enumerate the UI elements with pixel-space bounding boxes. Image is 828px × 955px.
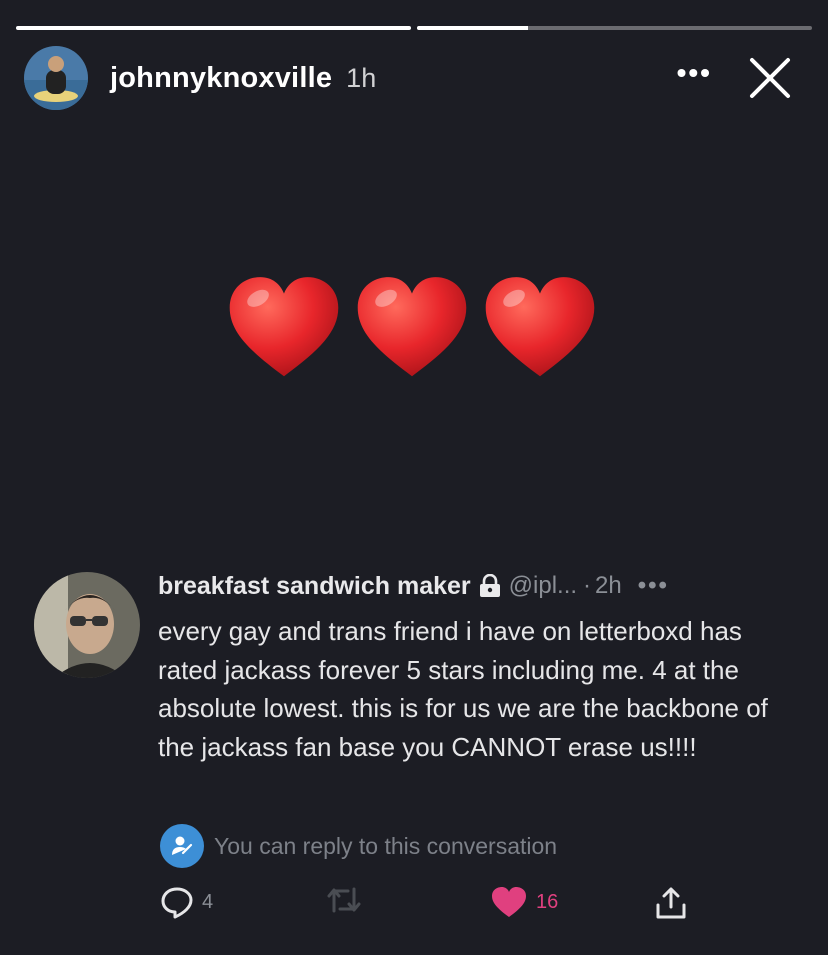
person-reply-icon	[160, 824, 204, 868]
heart-icon	[492, 887, 526, 917]
like-count: 16	[536, 890, 559, 913]
tweet-handle[interactable]: @ipl...	[509, 572, 577, 600]
tweet-display-name[interactable]: breakfast sandwich maker	[158, 572, 471, 601]
close-icon[interactable]	[748, 56, 792, 100]
reply-button[interactable]: 4	[160, 885, 213, 919]
share-icon	[656, 887, 686, 919]
lock-icon	[479, 574, 500, 597]
heart-emojis	[225, 270, 599, 388]
tweet-more-icon[interactable]: •••	[638, 572, 669, 600]
tweet-text: every gay and trans friend i have on let…	[158, 616, 768, 762]
like-button[interactable]: 16	[490, 885, 558, 919]
separator-dot: ·	[583, 572, 592, 599]
reply-count: 4	[202, 890, 214, 913]
heart-emoji-icon	[357, 277, 467, 377]
retweet-button[interactable]	[326, 885, 362, 915]
heart-emoji-icon	[485, 277, 595, 377]
reply-notice-text: You can reply to this conversation	[214, 832, 558, 859]
story-viewer: johnnyknoxville 1h ••• breakfast sandwic…	[0, 0, 828, 955]
username[interactable]: johnnyknoxville	[110, 62, 332, 95]
tweet-time: 2h	[595, 572, 622, 599]
heart-emoji-icon	[229, 277, 339, 377]
retweet-icon	[327, 887, 361, 913]
reply-icon	[161, 887, 193, 919]
share-button[interactable]	[654, 885, 688, 921]
post-time: 1h	[346, 62, 377, 93]
story-progress	[16, 26, 812, 30]
avatar[interactable]	[24, 46, 88, 110]
more-options-icon[interactable]: •••	[677, 57, 712, 89]
tweet-header: breakfast sandwich maker @ipl... · 2h ••…	[158, 568, 798, 604]
story-header: johnnyknoxville 1h •••	[24, 44, 804, 112]
progress-segment-2	[417, 26, 812, 30]
tweet-actions: 4 16	[160, 885, 700, 925]
tweet-avatar[interactable]	[34, 572, 140, 678]
reply-notice: You can reply to this conversation	[160, 824, 557, 868]
progress-segment-1	[16, 26, 411, 30]
